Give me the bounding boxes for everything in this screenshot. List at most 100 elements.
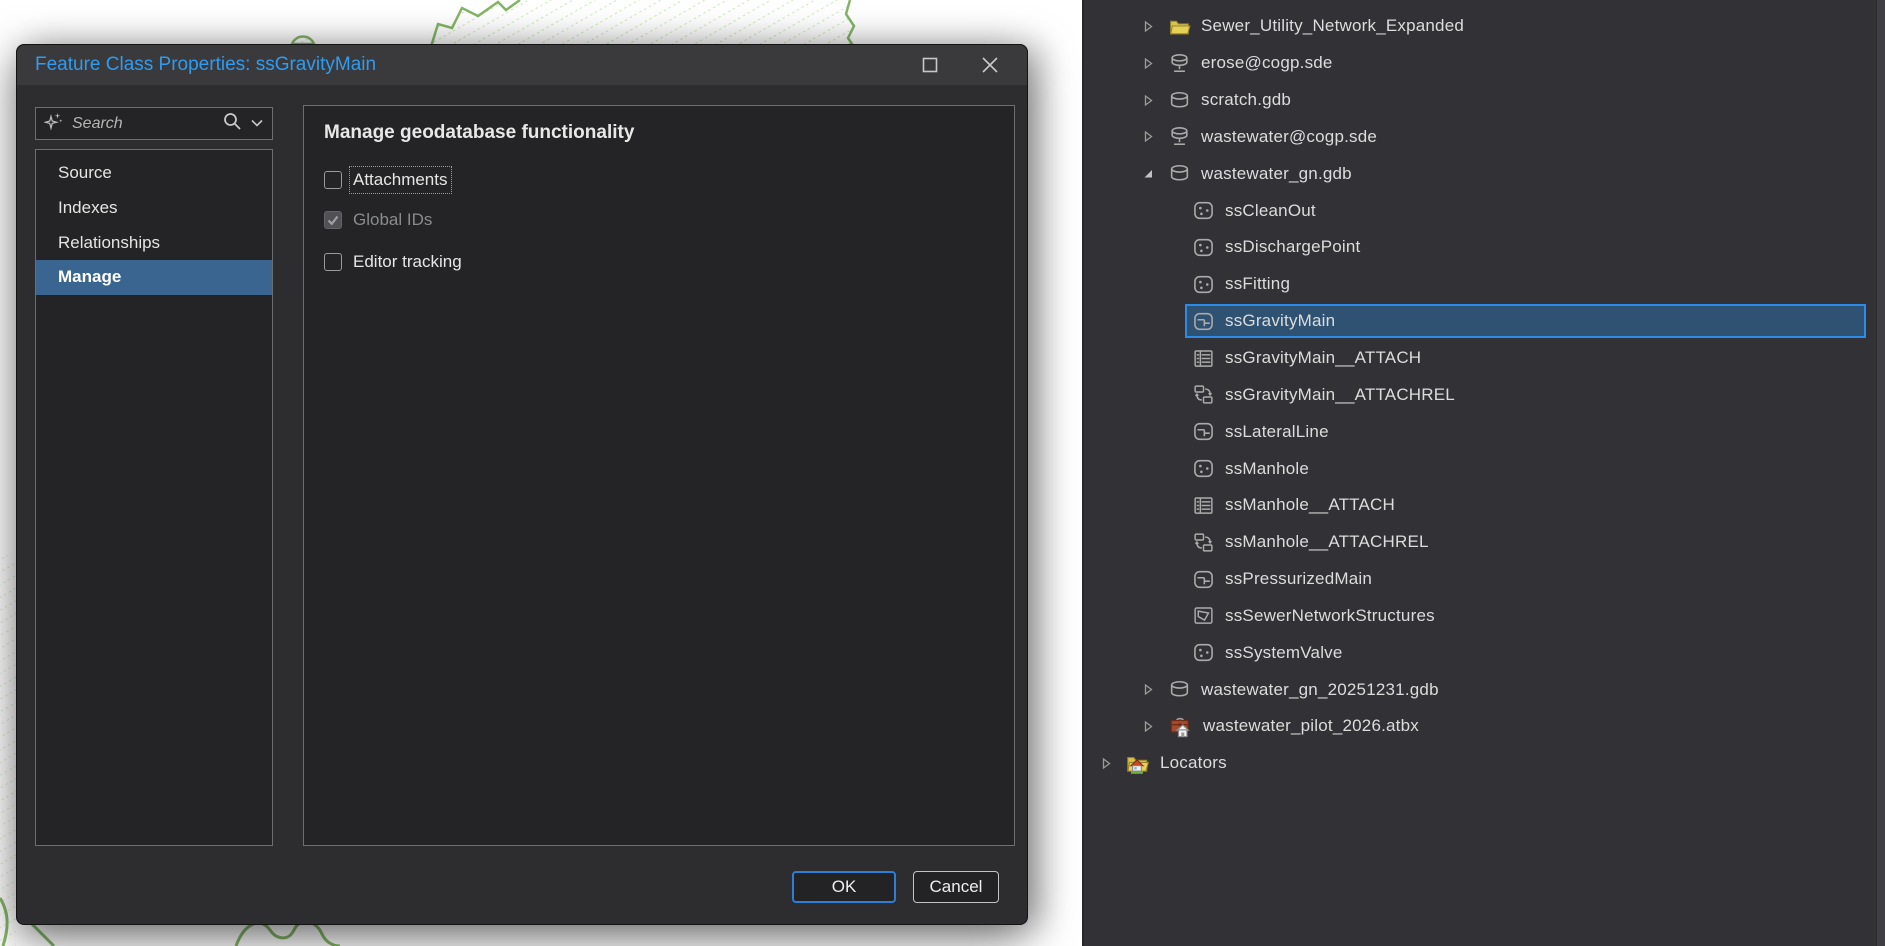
tree-item-scratch.gdb[interactable]: scratch.gdb xyxy=(1084,82,1876,119)
tree-item-label: scratch.gdb xyxy=(1201,90,1292,110)
tree-item-body[interactable]: ssFitting xyxy=(1185,267,1866,301)
tree-item-Sewer_Utility_Network_Expanded[interactable]: Sewer_Utility_Network_Expanded xyxy=(1084,8,1876,45)
expand-arrow-icon[interactable] xyxy=(1143,130,1161,143)
tree-item-label: ssPressurizedMain xyxy=(1225,569,1373,589)
tree-item-label: ssGravityMain__ATTACHREL xyxy=(1225,384,1455,404)
sparkle-icon xyxy=(43,111,64,136)
tree-item-body[interactable]: erose@cogp.sde xyxy=(1161,46,1866,80)
tree-item-body[interactable]: ssPressurizedMain xyxy=(1185,562,1866,596)
tree-item-label: ssSewerNetworkStructures xyxy=(1225,605,1435,625)
vertical-scrollbar[interactable] xyxy=(1876,0,1885,946)
tree-item-ssGravityMain[interactable]: ssGravityMain xyxy=(1084,303,1876,340)
tree-item-ssPressurizedMain[interactable]: ssPressurizedMain xyxy=(1084,561,1876,598)
tree-item-body[interactable]: ssDischargePoint xyxy=(1185,230,1866,264)
chevron-down-icon[interactable] xyxy=(250,115,264,133)
collapse-arrow-icon[interactable] xyxy=(1143,167,1161,180)
search-placeholder: Search xyxy=(72,114,123,132)
tree-item-body[interactable]: ssManhole__ATTACH xyxy=(1185,488,1866,522)
tree-item-body[interactable]: ssSewerNetworkStructures xyxy=(1185,599,1866,633)
tree-item-ssFitting[interactable]: ssFitting xyxy=(1084,266,1876,303)
expand-arrow-icon[interactable] xyxy=(1143,683,1161,696)
tree-item-body[interactable]: scratch.gdb xyxy=(1161,83,1866,117)
tree-item-body[interactable]: Locators xyxy=(1119,746,1866,780)
checkbox-editor-tracking[interactable] xyxy=(324,253,342,271)
checkbox-label: Global IDs xyxy=(353,210,433,229)
tree-item-wastewater_gn_20251231.gdb[interactable]: wastewater_gn_20251231.gdb xyxy=(1084,671,1876,708)
tree-item-ssGravityMain__ATTACHREL[interactable]: ssGravityMain__ATTACHREL xyxy=(1084,376,1876,413)
search-input[interactable]: Search xyxy=(35,107,273,140)
tree-item-ssDischargePoint[interactable]: ssDischargePoint xyxy=(1084,229,1876,266)
tree-item-body[interactable]: ssGravityMain__ATTACH xyxy=(1185,341,1866,375)
tree-item-ssManhole__ATTACHREL[interactable]: ssManhole__ATTACHREL xyxy=(1084,524,1876,561)
ok-button[interactable]: OK xyxy=(792,871,896,903)
expand-arrow-icon[interactable] xyxy=(1143,20,1161,33)
tree-item-ssCleanOut[interactable]: ssCleanOut xyxy=(1084,192,1876,229)
nav-item-manage[interactable]: Manage xyxy=(36,260,272,296)
tree-item-wastewater_gn.gdb[interactable]: wastewater_gn.gdb xyxy=(1084,155,1876,192)
toolbox-icon xyxy=(1167,714,1193,738)
maximize-icon[interactable] xyxy=(917,52,943,78)
magnifier-icon[interactable] xyxy=(222,111,242,136)
gdb-icon xyxy=(1167,88,1191,112)
tree-item-erose@cogp.sde[interactable]: erose@cogp.sde xyxy=(1084,45,1876,82)
tree-item-ssSystemValve[interactable]: ssSystemValve xyxy=(1084,634,1876,671)
tree-item-body[interactable]: ssManhole xyxy=(1185,452,1866,486)
expand-arrow-icon[interactable] xyxy=(1143,57,1161,70)
relationship-icon xyxy=(1191,530,1215,554)
checkbox-row-global-ids: Global IDs xyxy=(324,210,1014,230)
tree-item-label: ssDischargePoint xyxy=(1225,237,1361,257)
tree-item-ssSewerNetworkStructures[interactable]: ssSewerNetworkStructures xyxy=(1084,598,1876,635)
expand-arrow-icon[interactable] xyxy=(1101,757,1119,770)
tree-item-ssManhole__ATTACH[interactable]: ssManhole__ATTACH xyxy=(1084,487,1876,524)
tree-item-body[interactable]: ssManhole__ATTACHREL xyxy=(1185,525,1866,559)
tree-item-Locators[interactable]: Locators xyxy=(1084,745,1876,782)
tree-item-wastewater@cogp.sde[interactable]: wastewater@cogp.sde xyxy=(1084,119,1876,156)
tree-item-body[interactable]: ssCleanOut xyxy=(1185,194,1866,228)
gdb-icon xyxy=(1167,162,1191,186)
folder-icon xyxy=(1167,14,1191,38)
locators-folder-icon xyxy=(1125,751,1150,775)
tree-item-ssLateralLine[interactable]: ssLateralLine xyxy=(1084,413,1876,450)
point-fc-icon xyxy=(1191,199,1215,223)
tree-item-wastewater_pilot_2026.atbx[interactable]: wastewater_pilot_2026.atbx xyxy=(1084,708,1876,745)
tree-item-label: ssLateralLine xyxy=(1225,421,1329,441)
tree-item-label: ssSystemValve xyxy=(1225,642,1343,662)
dialog-titlebar[interactable]: Feature Class Properties: ssGravityMain xyxy=(17,45,1027,85)
tree-item-label: Sewer_Utility_Network_Expanded xyxy=(1201,16,1465,36)
checkbox-attachments[interactable] xyxy=(324,171,342,189)
tree-item-body[interactable]: ssGravityMain xyxy=(1185,304,1866,339)
nav-item-source[interactable]: Source xyxy=(36,156,272,191)
tree-item-body[interactable]: wastewater_pilot_2026.atbx xyxy=(1161,709,1866,743)
expand-arrow-icon[interactable] xyxy=(1143,94,1161,107)
tree-item-label: Locators xyxy=(1160,753,1227,773)
tree-item-body[interactable]: ssLateralLine xyxy=(1185,415,1866,449)
expand-arrow-icon[interactable] xyxy=(1143,720,1161,733)
tree-item-body[interactable]: wastewater_gn.gdb xyxy=(1161,157,1866,191)
checkbox-global-ids xyxy=(324,211,342,229)
nav-item-relationships[interactable]: Relationships xyxy=(36,226,272,261)
tree-item-body[interactable]: ssSystemValve xyxy=(1185,636,1866,670)
tree-item-label: ssManhole__ATTACHREL xyxy=(1225,532,1429,552)
tree-item-body[interactable]: ssGravityMain__ATTACHREL xyxy=(1185,378,1866,412)
nav-item-indexes[interactable]: Indexes xyxy=(36,191,272,226)
tree-item-body[interactable]: Sewer_Utility_Network_Expanded xyxy=(1161,9,1866,43)
tree-item-label: ssGravityMain xyxy=(1225,311,1336,331)
close-icon[interactable] xyxy=(977,52,1003,78)
tree-item-ssGravityMain__ATTACH[interactable]: ssGravityMain__ATTACH xyxy=(1084,340,1876,377)
cancel-button[interactable]: Cancel xyxy=(913,871,999,903)
tree-item-body[interactable]: wastewater_gn_20251231.gdb xyxy=(1161,673,1866,707)
tree-item-label: ssFitting xyxy=(1225,274,1291,294)
dialog-nav: Source Indexes Relationships Manage xyxy=(35,149,273,846)
tree-item-ssManhole[interactable]: ssManhole xyxy=(1084,450,1876,487)
checkbox-row-attachments: Attachments xyxy=(324,166,1014,194)
tree-item-body[interactable]: wastewater@cogp.sde xyxy=(1161,120,1866,154)
catalog-tree: Sewer_Utility_Network_Expanded erose@cogp… xyxy=(1084,0,1876,782)
